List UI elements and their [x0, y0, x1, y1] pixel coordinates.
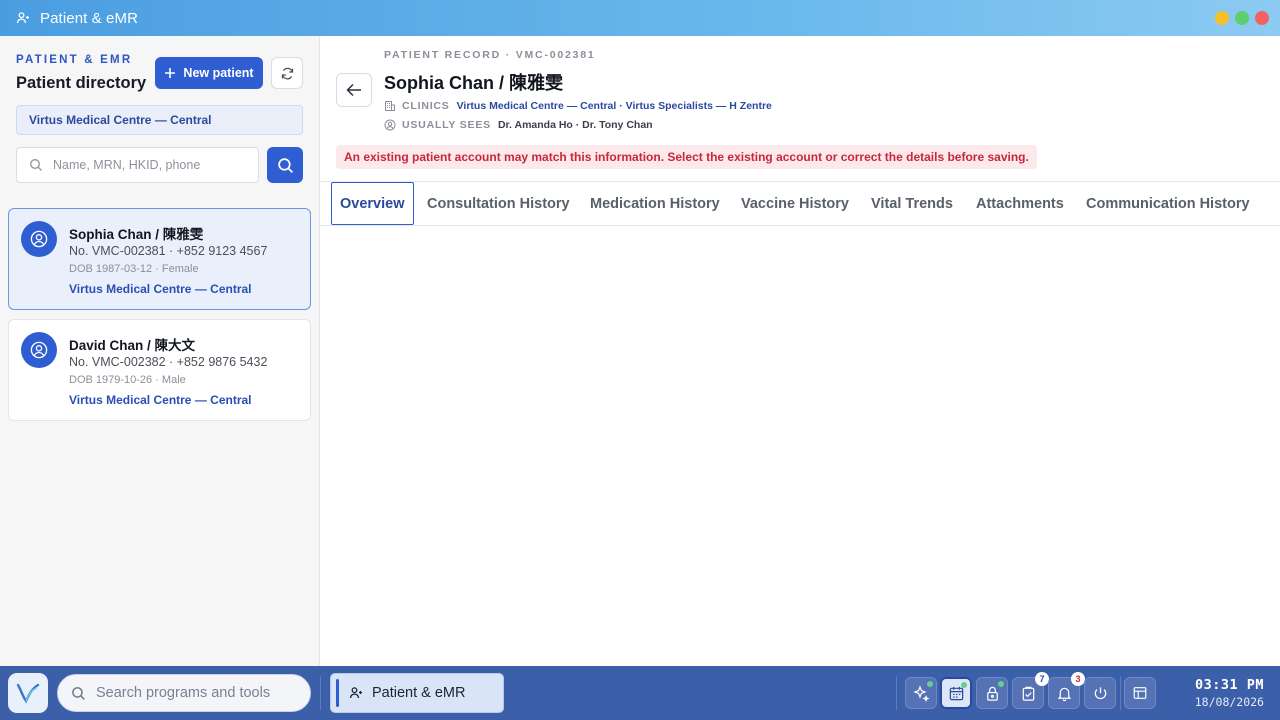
tasks-count-badge: 7 — [1035, 672, 1049, 686]
patient-number-phone: No. VMC-002382 · +852 9876 5432 — [69, 355, 268, 369]
sidebar-title: Patient directory — [16, 74, 147, 92]
search-button[interactable] — [267, 147, 303, 183]
clinics-label: CLINICS — [402, 100, 450, 112]
layout-icon — [1132, 685, 1148, 701]
patient-number-phone: No. VMC-002381 · +852 9123 4567 — [69, 244, 268, 258]
patient-name: Sophia Chan / 陳雅雯 — [69, 227, 204, 242]
notifications-button[interactable]: 3 — [1048, 672, 1085, 709]
taskbar-app-patient-emr[interactable]: Patient & eMR — [330, 673, 504, 713]
patient-app-icon — [16, 11, 30, 25]
window-title: Patient & eMR — [40, 9, 139, 27]
duplicate-account-warning: An existing patient account may match th… — [336, 145, 1037, 169]
clock-date: 18/08/2026 — [1194, 695, 1264, 709]
new-patient-label: New patient — [183, 66, 254, 80]
power-button[interactable] — [1084, 677, 1116, 709]
usually-sees-label: USUALLY SEES — [402, 119, 491, 131]
refresh-button[interactable] — [271, 57, 303, 89]
taskbar-app-label: Patient & eMR — [372, 685, 466, 701]
record-patient-name: Sophia Chan / 陳雅雯 — [384, 73, 564, 93]
taskbar-divider — [1120, 676, 1121, 710]
tab-communication-history[interactable]: Communication History — [1086, 182, 1250, 225]
tasks-button[interactable]: 7 — [1012, 672, 1049, 709]
system-clock[interactable]: 03:31 PM 18/08/2026 — [1195, 677, 1264, 709]
patient-dob: DOB 1987-03-12 · Female — [69, 263, 199, 275]
tab-vital-trends[interactable]: Vital Trends — [871, 182, 953, 225]
calendar-button[interactable] — [940, 677, 972, 709]
status-dot — [961, 682, 967, 688]
record-eyebrow: PATIENT RECORD · VMC-002381 — [384, 49, 596, 61]
usually-sees-row: USUALLY SEES Dr. Amanda Ho · Dr. Tony Ch… — [384, 119, 653, 131]
taskbar-divider — [320, 676, 321, 710]
show-desktop-button[interactable] — [1124, 677, 1156, 709]
patient-list-item[interactable]: David Chan / 陳大文 No. VMC-002382 · +852 9… — [8, 319, 311, 421]
search-icon — [29, 158, 43, 172]
patient-search-input[interactable] — [53, 158, 243, 172]
building-icon — [384, 100, 396, 112]
start-button[interactable] — [8, 673, 48, 713]
tab-medication-history[interactable]: Medication History — [590, 182, 720, 225]
taskbar-search-input[interactable] — [96, 685, 296, 701]
patient-dob: DOB 1979-10-26 · Male — [69, 374, 186, 386]
patient-clinic: Virtus Medical Centre — Central — [69, 393, 252, 407]
sidebar-eyebrow: PATIENT & EMR — [16, 54, 133, 66]
minimize-button[interactable] — [1215, 11, 1229, 25]
title-bar: Patient & eMR — [0, 0, 1280, 36]
virtus-logo-icon — [16, 682, 40, 704]
clipboard-check-icon — [1020, 685, 1037, 702]
clinics-row: CLINICS Virtus Medical Centre — Central … — [384, 100, 772, 112]
lock-button[interactable] — [976, 677, 1008, 709]
user-circle-icon — [384, 119, 396, 131]
close-button[interactable] — [1255, 11, 1269, 25]
avatar — [21, 221, 57, 257]
patient-record-panel: PATIENT RECORD · VMC-002381 Sophia Chan … — [320, 36, 1280, 666]
tab-vaccine-history[interactable]: Vaccine History — [741, 182, 849, 225]
sparkle-icon — [912, 684, 930, 702]
patient-list-item[interactable]: Sophia Chan / 陳雅雯 No. VMC-002381 · +852 … — [8, 208, 311, 310]
refresh-icon — [280, 66, 295, 81]
taskbar-divider — [896, 676, 897, 710]
patient-search-box[interactable] — [16, 147, 259, 183]
clinic-filter-chip[interactable]: Virtus Medical Centre — Central — [16, 105, 303, 135]
tab-consultation-history[interactable]: Consultation History — [427, 182, 570, 225]
patient-clinic: Virtus Medical Centre — Central — [69, 282, 252, 296]
power-icon — [1092, 685, 1109, 702]
status-dot — [998, 681, 1004, 687]
new-patient-button[interactable]: New patient — [155, 57, 263, 89]
active-indicator — [336, 679, 339, 707]
taskbar: Patient & eMR 7 3 — [0, 666, 1280, 720]
taskbar-search-box[interactable] — [57, 674, 311, 712]
usually-sees-value: Dr. Amanda Ho · Dr. Tony Chan — [497, 119, 653, 131]
search-icon — [277, 157, 294, 174]
clock-time: 03:31 PM — [1194, 677, 1264, 693]
tab-attachments[interactable]: Attachments — [976, 182, 1064, 225]
status-dot — [927, 681, 933, 687]
patient-directory-sidebar: PATIENT & EMR Patient directory New pati… — [0, 36, 320, 666]
patient-app-icon — [349, 686, 363, 700]
ai-assistant-button[interactable] — [905, 677, 937, 709]
lock-icon — [984, 685, 1001, 702]
tab-overview[interactable]: Overview — [331, 182, 414, 225]
patient-name: David Chan / 陳大文 — [69, 338, 196, 353]
search-icon — [71, 686, 86, 701]
arrow-left-icon — [345, 81, 363, 99]
maximize-button[interactable] — [1235, 11, 1249, 25]
clinics-value: Virtus Medical Centre — Central · Virtus… — [456, 100, 772, 112]
window-controls — [1215, 11, 1269, 25]
notifications-count-badge: 3 — [1071, 672, 1085, 686]
avatar — [21, 332, 57, 368]
back-button[interactable] — [336, 73, 372, 107]
record-tabs: Overview Consultation History Medication… — [320, 181, 1280, 226]
bell-icon — [1056, 685, 1073, 702]
plus-icon — [164, 67, 176, 79]
